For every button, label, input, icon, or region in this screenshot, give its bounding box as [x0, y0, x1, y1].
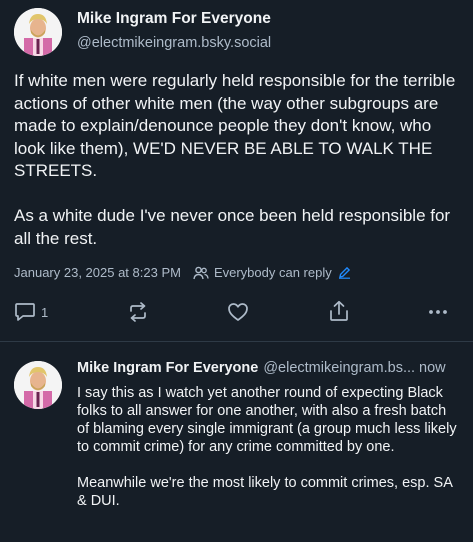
avatar-image: [14, 8, 62, 56]
share-button[interactable]: [328, 300, 350, 322]
more-button[interactable]: [428, 304, 448, 320]
author-name[interactable]: Mike Ingram For Everyone: [77, 10, 271, 28]
avatar-image: [14, 361, 62, 409]
reply-time[interactable]: now: [419, 360, 446, 376]
share-icon: [330, 300, 348, 321]
main-post: Mike Ingram For Everyone @electmikeingra…: [0, 0, 473, 342]
post-meta: January 23, 2025 at 8:23 PM Everybody ca…: [14, 265, 351, 280]
reply-button[interactable]: 1: [14, 302, 48, 322]
author-handle[interactable]: @electmikeingram.bsky.social: [77, 35, 271, 51]
post-timestamp[interactable]: January 23, 2025 at 8:23 PM: [14, 265, 181, 280]
reply-author-handle[interactable]: @electmikeingram.bs...: [263, 360, 415, 376]
action-bar: 1: [0, 296, 473, 328]
like-button[interactable]: [227, 302, 249, 322]
reply-setting-label: Everybody can reply: [213, 265, 332, 280]
reply-text: I say this as I watch yet another round …: [77, 385, 457, 509]
repost-button[interactable]: [127, 302, 149, 322]
reply-bubble-icon: [15, 303, 35, 321]
pencil-icon: [338, 266, 350, 279]
people-icon: [193, 266, 209, 279]
reply-avatar[interactable]: [14, 361, 62, 409]
reply-author-name[interactable]: Mike Ingram For Everyone: [77, 360, 258, 376]
heart-icon: [228, 303, 248, 321]
repost-icon: [130, 302, 146, 322]
reply-header: Mike Ingram For Everyone @electmikeingra…: [77, 360, 446, 376]
reply-settings[interactable]: Everybody can reply: [193, 265, 351, 280]
post-text: If white men were regularly held respons…: [14, 71, 456, 248]
reply-count: 1: [41, 304, 49, 320]
avatar[interactable]: [14, 8, 62, 56]
more-dots-icon: [429, 310, 447, 314]
